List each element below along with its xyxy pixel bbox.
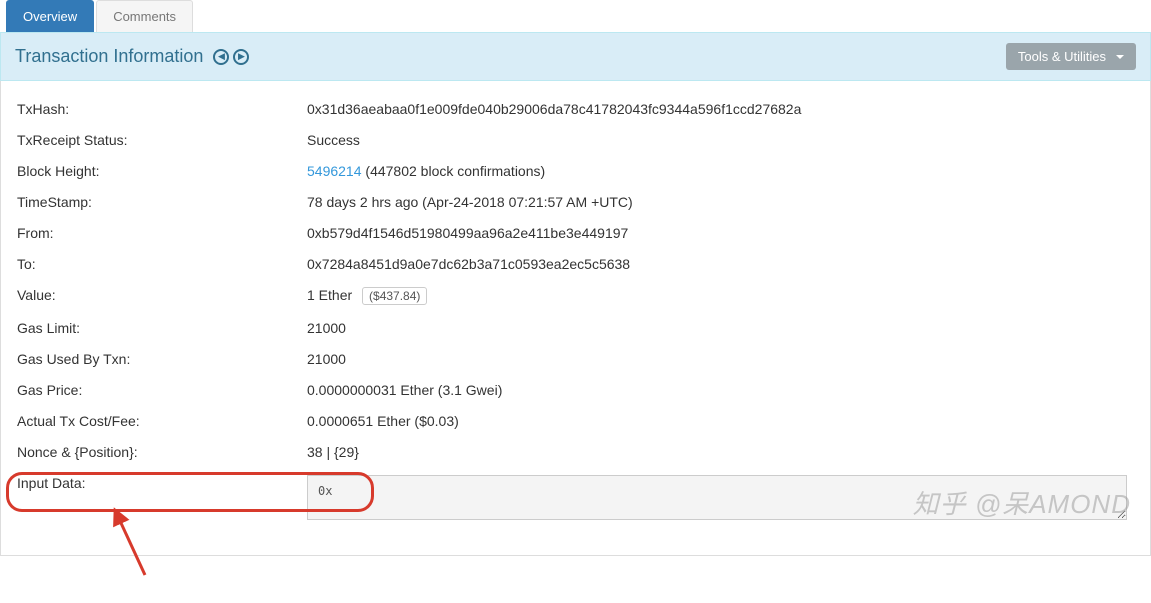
inputdata-label: Input Data: <box>17 475 307 491</box>
gaslimit-value: 21000 <box>307 320 1134 336</box>
blockheight-link[interactable]: 5496214 <box>307 163 362 179</box>
blockheight-value: 5496214 (447802 block confirmations) <box>307 163 1134 179</box>
from-value[interactable]: 0xb579d4f1546d51980499aa96a2e411be3e4491… <box>307 225 1134 241</box>
value-label: Value: <box>17 287 307 303</box>
panel-title-text: Transaction Information <box>15 46 203 67</box>
panel-title: Transaction Information ◀ ▶ <box>15 46 249 67</box>
txreceipt-value: Success <box>307 132 1134 148</box>
inputdata-wrap: 0x <box>307 475 1134 520</box>
row-txfee: Actual Tx Cost/Fee: 0.0000651 Ether ($0.… <box>17 413 1134 429</box>
blockheight-confirmations: (447802 block confirmations) <box>362 163 546 179</box>
next-tx-icon[interactable]: ▶ <box>233 49 249 65</box>
from-label: From: <box>17 225 307 241</box>
row-from: From: 0xb579d4f1546d51980499aa96a2e411be… <box>17 225 1134 241</box>
txhash-value: 0x31d36aeabaa0f1e009fde040b29006da78c417… <box>307 101 1134 117</box>
tools-utilities-label: Tools & Utilities <box>1018 49 1106 64</box>
inputdata-box[interactable]: 0x <box>307 475 1127 520</box>
row-nonce: Nonce & {Position}: 38 | {29} <box>17 444 1134 460</box>
row-gasprice: Gas Price: 0.0000000031 Ether (3.1 Gwei) <box>17 382 1134 398</box>
tools-utilities-button[interactable]: Tools & Utilities <box>1006 43 1136 70</box>
to-value[interactable]: 0x7284a8451d9a0e7dc62b3a71c0593ea2ec5c56… <box>307 256 1134 272</box>
timestamp-label: TimeStamp: <box>17 194 307 210</box>
row-txhash: TxHash: 0x31d36aeabaa0f1e009fde040b29006… <box>17 101 1134 117</box>
tabs-bar: Overview Comments <box>0 0 1151 33</box>
row-gaslimit: Gas Limit: 21000 <box>17 320 1134 336</box>
row-inputdata: Input Data: 0x <box>17 475 1134 520</box>
row-timestamp: TimeStamp: 78 days 2 hrs ago (Apr-24-201… <box>17 194 1134 210</box>
prev-tx-icon[interactable]: ◀ <box>213 49 229 65</box>
gasprice-value: 0.0000000031 Ether (3.1 Gwei) <box>307 382 1134 398</box>
tab-comments[interactable]: Comments <box>96 0 193 32</box>
row-blockheight: Block Height: 5496214 (447802 block conf… <box>17 163 1134 179</box>
txreceipt-label: TxReceipt Status: <box>17 132 307 148</box>
row-to: To: 0x7284a8451d9a0e7dc62b3a71c0593ea2ec… <box>17 256 1134 272</box>
txhash-label: TxHash: <box>17 101 307 117</box>
panel-body: TxHash: 0x31d36aeabaa0f1e009fde040b29006… <box>0 81 1151 556</box>
gasprice-label: Gas Price: <box>17 382 307 398</box>
gasused-label: Gas Used By Txn: <box>17 351 307 367</box>
panel-header: Transaction Information ◀ ▶ Tools & Util… <box>0 32 1151 81</box>
nav-arrows: ◀ ▶ <box>213 49 249 65</box>
row-value: Value: 1 Ether ($437.84) <box>17 287 1134 305</box>
tab-overview[interactable]: Overview <box>6 0 94 32</box>
nonce-label: Nonce & {Position}: <box>17 444 307 460</box>
gaslimit-label: Gas Limit: <box>17 320 307 336</box>
value-value: 1 Ether ($437.84) <box>307 287 1134 305</box>
to-label: To: <box>17 256 307 272</box>
nonce-value: 38 | {29} <box>307 444 1134 460</box>
value-usd-badge: ($437.84) <box>362 287 427 305</box>
row-txreceipt: TxReceipt Status: Success <box>17 132 1134 148</box>
row-gasused: Gas Used By Txn: 21000 <box>17 351 1134 367</box>
txfee-value: 0.0000651 Ether ($0.03) <box>307 413 1134 429</box>
gasused-value: 21000 <box>307 351 1134 367</box>
value-eth: 1 Ether <box>307 287 352 303</box>
timestamp-value: 78 days 2 hrs ago (Apr-24-2018 07:21:57 … <box>307 194 1134 210</box>
caret-down-icon <box>1116 55 1124 59</box>
txfee-label: Actual Tx Cost/Fee: <box>17 413 307 429</box>
blockheight-label: Block Height: <box>17 163 307 179</box>
